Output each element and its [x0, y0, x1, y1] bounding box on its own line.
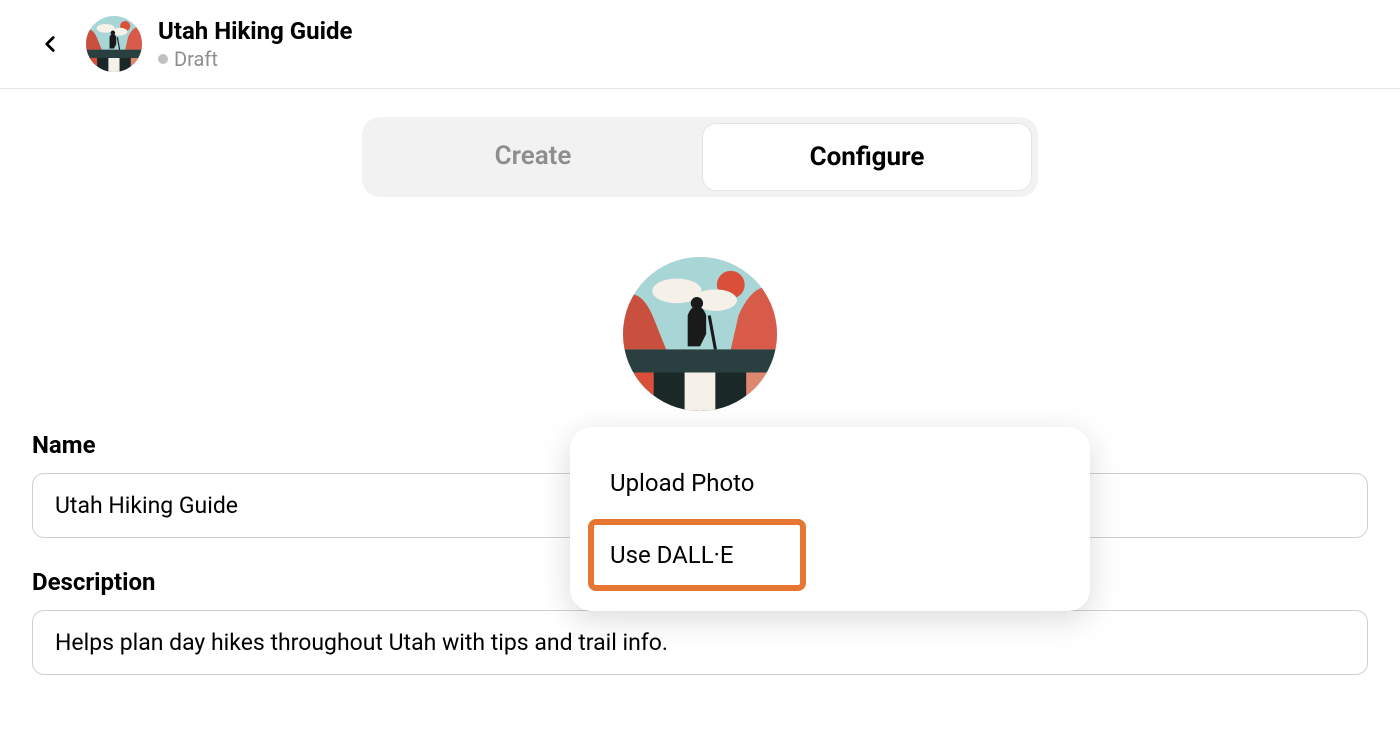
header: Utah Hiking Guide Draft: [0, 0, 1400, 89]
avatar-picker[interactable]: [623, 257, 777, 411]
chevron-left-icon: [37, 31, 63, 57]
page-title: Utah Hiking Guide: [158, 17, 352, 45]
tab-create[interactable]: Create: [368, 123, 698, 191]
avatar-section: Upload Photo Use DALL·E: [32, 257, 1368, 411]
back-button[interactable]: [30, 24, 70, 64]
header-title-block: Utah Hiking Guide Draft: [158, 17, 352, 71]
avatar-menu: Upload Photo Use DALL·E: [570, 427, 1090, 611]
status-label: Draft: [174, 47, 218, 71]
hiker-illustration-icon: [623, 257, 777, 411]
menu-item-use-dalle[interactable]: Use DALL·E: [588, 519, 806, 591]
header-avatar: [86, 16, 142, 72]
tabs-container: Create Configure: [0, 89, 1400, 197]
main-content: Upload Photo Use DALL·E Name Description: [0, 257, 1400, 675]
hiker-illustration-icon: [86, 16, 142, 72]
status-dot-icon: [158, 54, 168, 64]
tab-configure[interactable]: Configure: [702, 123, 1032, 191]
description-input[interactable]: [32, 610, 1368, 675]
status-row: Draft: [158, 47, 352, 71]
tab-group: Create Configure: [362, 117, 1038, 197]
menu-item-upload-photo[interactable]: Upload Photo: [588, 447, 1072, 519]
